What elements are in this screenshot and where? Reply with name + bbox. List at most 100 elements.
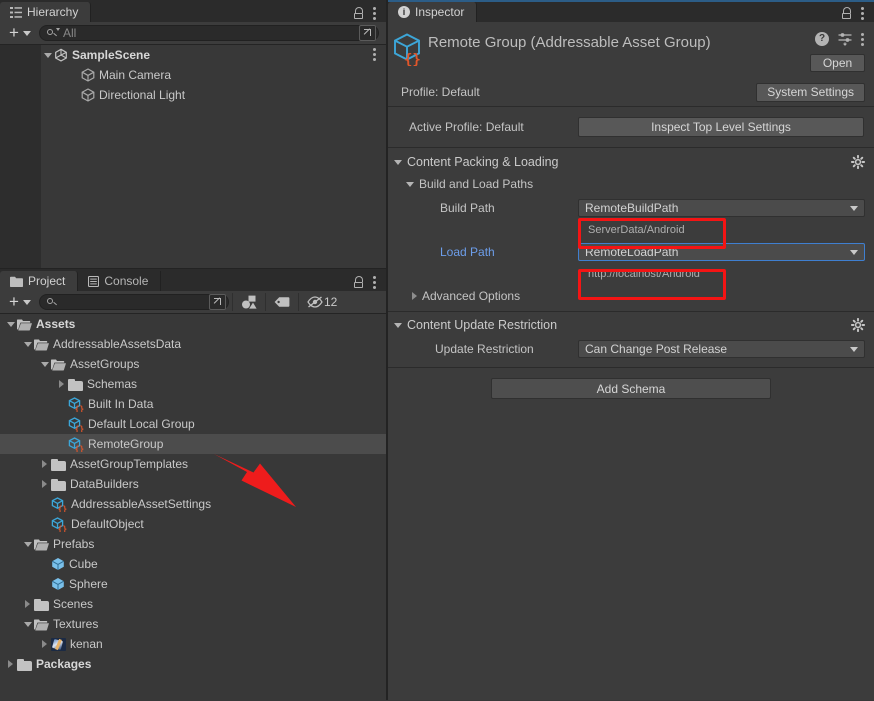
tree-row[interactable]: Packages	[0, 654, 386, 674]
tree-row[interactable]: Main Camera	[0, 65, 386, 85]
tree-row[interactable]: Directional Light	[0, 85, 386, 105]
project-search-box[interactable]	[39, 294, 229, 310]
preset-icon[interactable]	[838, 32, 852, 46]
project-tree[interactable]: AssetsAddressableAssetsDataAssetGroupsSc…	[0, 314, 386, 701]
update-restriction-dropdown[interactable]: Can Change Post Release	[578, 340, 865, 358]
tree-row[interactable]: Sphere	[0, 574, 386, 594]
project-add-button[interactable]: +	[3, 293, 21, 312]
tree-row[interactable]: Scenes	[0, 594, 386, 614]
tree-row[interactable]: kenan	[0, 634, 386, 654]
tree-row[interactable]: Schemas	[0, 374, 386, 394]
hierarchy-search-box[interactable]	[39, 25, 379, 41]
tree-row[interactable]: Textures	[0, 614, 386, 634]
build-path-resolved: ServerData/Android	[388, 221, 874, 239]
help-icon[interactable]: ?	[815, 32, 829, 46]
chevron-right-icon[interactable]	[38, 474, 51, 494]
search-icon	[47, 297, 58, 308]
lock-icon[interactable]	[353, 7, 364, 19]
chevron-down-icon[interactable]	[21, 534, 34, 554]
chevron-down-icon	[850, 206, 858, 211]
save-search-icon[interactable]	[359, 25, 376, 41]
folder-icon	[68, 378, 83, 391]
load-path-resolved: http://localhost/Android	[388, 265, 874, 283]
hierarchy-search-input[interactable]	[63, 26, 357, 40]
inspect-top-level-settings-button[interactable]: Inspect Top Level Settings	[578, 117, 864, 137]
kebab-menu-icon[interactable]	[861, 6, 865, 20]
open-button[interactable]: Open	[810, 54, 865, 72]
chevron-down-icon[interactable]	[394, 323, 402, 328]
chevron-down-icon[interactable]	[4, 314, 17, 334]
project-panel: Project Console +	[0, 268, 386, 701]
tree-row[interactable]: {}DefaultObject	[0, 514, 386, 534]
project-add-dropdown-icon[interactable]	[23, 300, 31, 305]
folder-open-icon	[51, 358, 66, 371]
chevron-down-icon[interactable]	[394, 160, 402, 165]
load-path-value: RemoteLoadPath	[585, 245, 678, 259]
tree-row[interactable]: Cube	[0, 554, 386, 574]
tab-console[interactable]: Console	[78, 271, 161, 291]
kebab-menu-icon[interactable]	[373, 6, 377, 20]
chevron-down-icon[interactable]	[21, 614, 34, 634]
hidden-packages-toggle[interactable]: 12	[302, 292, 342, 312]
tree-row[interactable]: {}Default Local Group	[0, 414, 386, 434]
project-folder-icon	[10, 276, 23, 287]
tree-row[interactable]: AddressableAssetsData	[0, 334, 386, 354]
tree-row[interactable]: Prefabs	[0, 534, 386, 554]
lock-icon[interactable]	[353, 276, 364, 288]
tree-row-label: Built In Data	[88, 397, 153, 411]
tree-row[interactable]: {}AddressableAssetSettings	[0, 494, 386, 514]
tree-row[interactable]: AssetGroups	[0, 354, 386, 374]
unity-editor-window: Hierarchy + SampleSceneMain CameraDirect…	[0, 0, 874, 700]
kebab-menu-icon[interactable]	[861, 32, 865, 46]
build-path-dropdown[interactable]: RemoteBuildPath	[578, 199, 865, 217]
chevron-right-icon[interactable]	[55, 374, 68, 394]
hierarchy-add-button[interactable]: +	[3, 24, 21, 43]
chevron-right-icon[interactable]	[21, 594, 34, 614]
tree-row[interactable]: AssetGroupTemplates	[0, 454, 386, 474]
tab-project[interactable]: Project	[0, 271, 78, 291]
system-settings-button[interactable]: System Settings	[756, 83, 865, 102]
chevron-down-icon[interactable]	[38, 354, 51, 374]
advanced-options-foldout[interactable]: Advanced Options	[388, 285, 874, 307]
tree-row[interactable]: {}Built In Data	[0, 394, 386, 414]
content-update-foldout[interactable]: Content Update Restriction	[388, 314, 874, 336]
chevron-right-icon[interactable]	[412, 292, 417, 300]
chevron-right-icon[interactable]	[38, 454, 51, 474]
chevron-down-icon	[850, 250, 858, 255]
tree-row[interactable]: DataBuilders	[0, 474, 386, 494]
save-search-icon[interactable]	[209, 294, 226, 310]
tree-row-selected[interactable]: {}RemoteGroup	[0, 434, 386, 454]
add-schema-button[interactable]: Add Schema	[491, 378, 771, 399]
filter-by-label-icon[interactable]	[269, 292, 295, 312]
project-search-input[interactable]	[63, 295, 207, 309]
console-icon	[88, 276, 99, 287]
kebab-menu-icon[interactable]	[373, 275, 377, 289]
hierarchy-tree[interactable]: SampleSceneMain CameraDirectional Light	[0, 45, 386, 268]
content-update-header: Content Update Restriction	[407, 318, 557, 332]
chevron-right-icon[interactable]	[38, 634, 51, 654]
build-and-load-paths-foldout[interactable]: Build and Load Paths	[388, 173, 874, 195]
gear-icon[interactable]	[851, 318, 865, 332]
lock-icon[interactable]	[841, 7, 852, 19]
tree-row[interactable]: SampleScene	[0, 45, 386, 65]
chevron-down-icon[interactable]	[41, 45, 54, 65]
profile-row: Profile: Default System Settings	[388, 78, 874, 106]
chevron-right-icon[interactable]	[4, 654, 17, 674]
tree-row[interactable]: Assets	[0, 314, 386, 334]
kebab-menu-icon[interactable]	[373, 47, 377, 61]
chevron-down-icon[interactable]	[406, 182, 414, 187]
content-packing-foldout[interactable]: Content Packing & Loading	[388, 151, 874, 173]
inspector-panel: i Inspector {} Remote Group (Addressable…	[388, 0, 874, 700]
hierarchy-add-dropdown-icon[interactable]	[23, 31, 31, 36]
tab-hierarchy[interactable]: Hierarchy	[0, 2, 91, 22]
addressable-group-icon: {}	[51, 517, 67, 532]
gear-icon[interactable]	[851, 155, 865, 169]
load-path-label[interactable]: Load Path	[388, 245, 578, 259]
inspector-tabbar: i Inspector	[388, 0, 874, 22]
tree-row-label: Assets	[36, 317, 75, 331]
chevron-down-icon[interactable]	[21, 334, 34, 354]
filter-by-type-icon[interactable]	[236, 292, 262, 312]
tab-inspector[interactable]: i Inspector	[388, 2, 477, 22]
addressable-group-icon: {}	[51, 497, 67, 512]
load-path-dropdown[interactable]: RemoteLoadPath	[578, 243, 865, 261]
